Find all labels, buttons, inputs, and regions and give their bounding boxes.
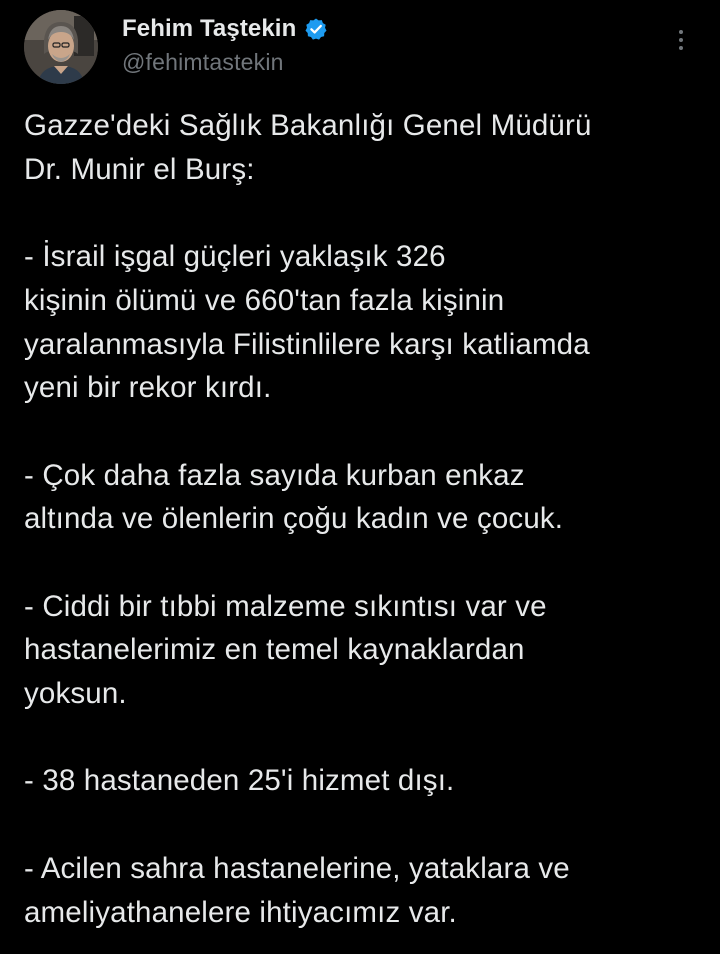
author-avatar[interactable] <box>24 10 98 84</box>
tweet-text: Gazze'deki Sağlık Bakanlığı Genel Müdürü… <box>24 104 704 934</box>
more-dot <box>679 30 683 34</box>
tweet-paragraph-6: - Acilen sahra hastanelerine, yataklara … <box>24 851 570 929</box>
author-handle[interactable]: @fehimtastekin <box>122 49 328 76</box>
author-display-name[interactable]: Fehim Taştekin <box>122 15 296 43</box>
verified-badge-icon <box>304 17 328 41</box>
tweet-paragraph-2: - İsrail işgal güçleri yaklaşık 326 kişi… <box>24 240 590 405</box>
tweet-paragraph-1: Gazze'deki Sağlık Bakanlığı Genel Müdürü… <box>24 109 592 186</box>
more-dot <box>679 46 683 50</box>
more-options-icon[interactable] <box>668 26 694 54</box>
tweet-paragraph-3: - Çok daha fazla sayıda kurban enkaz alt… <box>24 458 564 536</box>
author-names: Fehim Taştekin @fehimtastekin <box>122 14 328 76</box>
tweet-header: Fehim Taştekin @fehimtastekin <box>0 0 720 100</box>
tweet-paragraph-5: - 38 hastaneden 25'i hizmet dışı. <box>24 764 455 798</box>
tweet-card: Fehim Taştekin @fehimtastekin Gazze'deki… <box>0 0 720 954</box>
more-dot <box>679 38 683 42</box>
display-name-row: Fehim Taştekin <box>122 14 328 44</box>
avatar-photo-icon <box>24 10 98 84</box>
tweet-paragraph-4: - Ciddi bir tıbbi malzeme sıkıntısı var … <box>24 589 547 711</box>
